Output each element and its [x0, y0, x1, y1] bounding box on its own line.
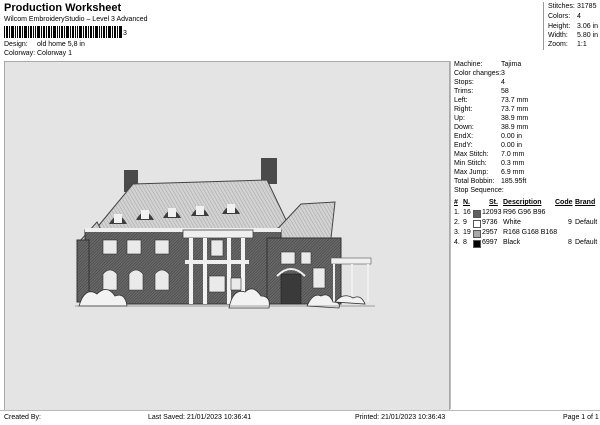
colors-label: Colors: [548, 13, 571, 20]
endx-label: EndX: [454, 133, 474, 140]
endy-label: EndY: [454, 142, 473, 149]
color-swatch [473, 210, 481, 218]
barcode-number: 3 [123, 30, 127, 37]
row-num: 4. [454, 239, 460, 246]
height-value: 3.06 in [577, 23, 599, 30]
row-description: R96 G96 B96 [503, 209, 546, 216]
row-stitches: 2957 [482, 229, 498, 236]
color-changes-label: Color changes: [454, 70, 502, 77]
barcode [4, 26, 122, 38]
sequence-row: 1. 16 12093 R96 G96 B96 [451, 209, 599, 219]
page-number: Page 1 of 1 [563, 414, 599, 421]
stitches-value: 31785 [577, 3, 597, 10]
right-label: Right: [454, 106, 473, 113]
col-brand: Brand [575, 199, 596, 206]
up-label: Up: [454, 115, 465, 122]
stops-value: 4 [501, 79, 505, 86]
col-n: N. [463, 199, 470, 206]
machine-label: Machine: [454, 61, 483, 68]
design-canvas [4, 61, 450, 411]
max-stitch-value: 7.0 mm [501, 151, 525, 158]
row-code: 8 [568, 239, 572, 246]
row-n: 9 [463, 219, 467, 226]
up-value: 38.9 mm [501, 115, 529, 122]
design-label: Design: [4, 41, 28, 48]
endx-value: 0.00 in [501, 133, 523, 140]
sequence-row: 2. 9 9736 White 9 Default [451, 219, 599, 229]
max-stitch-label: Max Stitch: [454, 151, 489, 158]
row-n: 16 [463, 209, 471, 216]
stitches-label: Stitches: [548, 3, 575, 10]
row-brand: Default [575, 219, 598, 226]
row-num: 1. [454, 209, 460, 216]
zoom-value: 1:1 [577, 41, 587, 48]
total-bobbin-label: Total Bobbin: [454, 178, 495, 185]
stops-label: Stops: [454, 79, 474, 86]
down-value: 38.9 mm [501, 124, 529, 131]
trims-value: 58 [501, 88, 509, 95]
row-description: R168 G168 B168 [503, 229, 558, 236]
max-jump-value: 6.9 mm [501, 169, 525, 176]
stop-sequence-title: Stop Sequence: [454, 187, 504, 194]
down-label: Down: [454, 124, 474, 131]
row-stitches: 12093 [482, 209, 502, 216]
endy-value: 0.00 in [501, 142, 523, 149]
min-stitch-label: Min Stitch: [454, 160, 487, 167]
design-info-panel: Machine: Tajima Color changes: 3 Stops: … [450, 61, 599, 409]
design-value: old home 5,8 in [37, 41, 85, 48]
row-num: 3. [454, 229, 460, 236]
color-swatch [473, 230, 481, 238]
width-value: 5.80 in [577, 32, 599, 39]
sequence-row: 3. 19 2957 R168 G168 B168 [451, 229, 599, 239]
col-num: # [454, 199, 458, 206]
row-stitches: 6997 [482, 239, 498, 246]
colors-value: 4 [577, 13, 581, 20]
sequence-row: 4. 8 6997 Black 8 Default [451, 239, 599, 249]
min-stitch-value: 0.3 mm [501, 160, 525, 167]
created-by: Created By: [4, 414, 41, 421]
row-stitches: 9736 [482, 219, 498, 226]
color-changes-value: 3 [501, 70, 505, 77]
height-label: Height: [548, 23, 571, 30]
row-n: 19 [463, 229, 471, 236]
right-value: 73.7 mm [501, 106, 529, 113]
row-brand: Default [575, 239, 598, 246]
total-bobbin-value: 185.95ft [501, 178, 527, 185]
row-description: White [503, 219, 521, 226]
stats-box: Stitches: 31785 Colors: 4 Height: 3.06 i… [543, 2, 600, 50]
page-title: Production Worksheet [4, 2, 122, 14]
colorway-value: Colorway 1 [37, 50, 73, 57]
color-swatch [473, 240, 481, 248]
color-swatch [473, 220, 481, 228]
left-label: Left: [454, 97, 468, 104]
colorway-label: Colorway: [4, 50, 36, 57]
trims-label: Trims: [454, 88, 474, 95]
row-code: 9 [568, 219, 572, 226]
footer: Created By: Last Saved: 21/01/2023 10:36… [0, 410, 600, 425]
col-code: Code [555, 199, 573, 206]
row-description: Black [503, 239, 521, 246]
zoom-label: Zoom: [548, 41, 568, 48]
machine-value: Tajima [501, 61, 522, 68]
left-value: 73.7 mm [501, 97, 529, 104]
row-n: 8 [463, 239, 467, 246]
row-num: 2. [454, 219, 460, 226]
software-subtitle: Wilcom EmbroideryStudio – Level 3 Advanc… [4, 16, 148, 23]
width-label: Width: [548, 32, 568, 39]
printed-date: Printed: 21/01/2023 10:36:43 [355, 414, 446, 421]
last-saved: Last Saved: 21/01/2023 10:36:41 [148, 414, 252, 421]
embroidery-house-preview [75, 158, 375, 309]
max-jump-label: Max Jump: [454, 169, 489, 176]
col-stitches: St. [489, 199, 498, 206]
col-description: Description [503, 199, 542, 206]
